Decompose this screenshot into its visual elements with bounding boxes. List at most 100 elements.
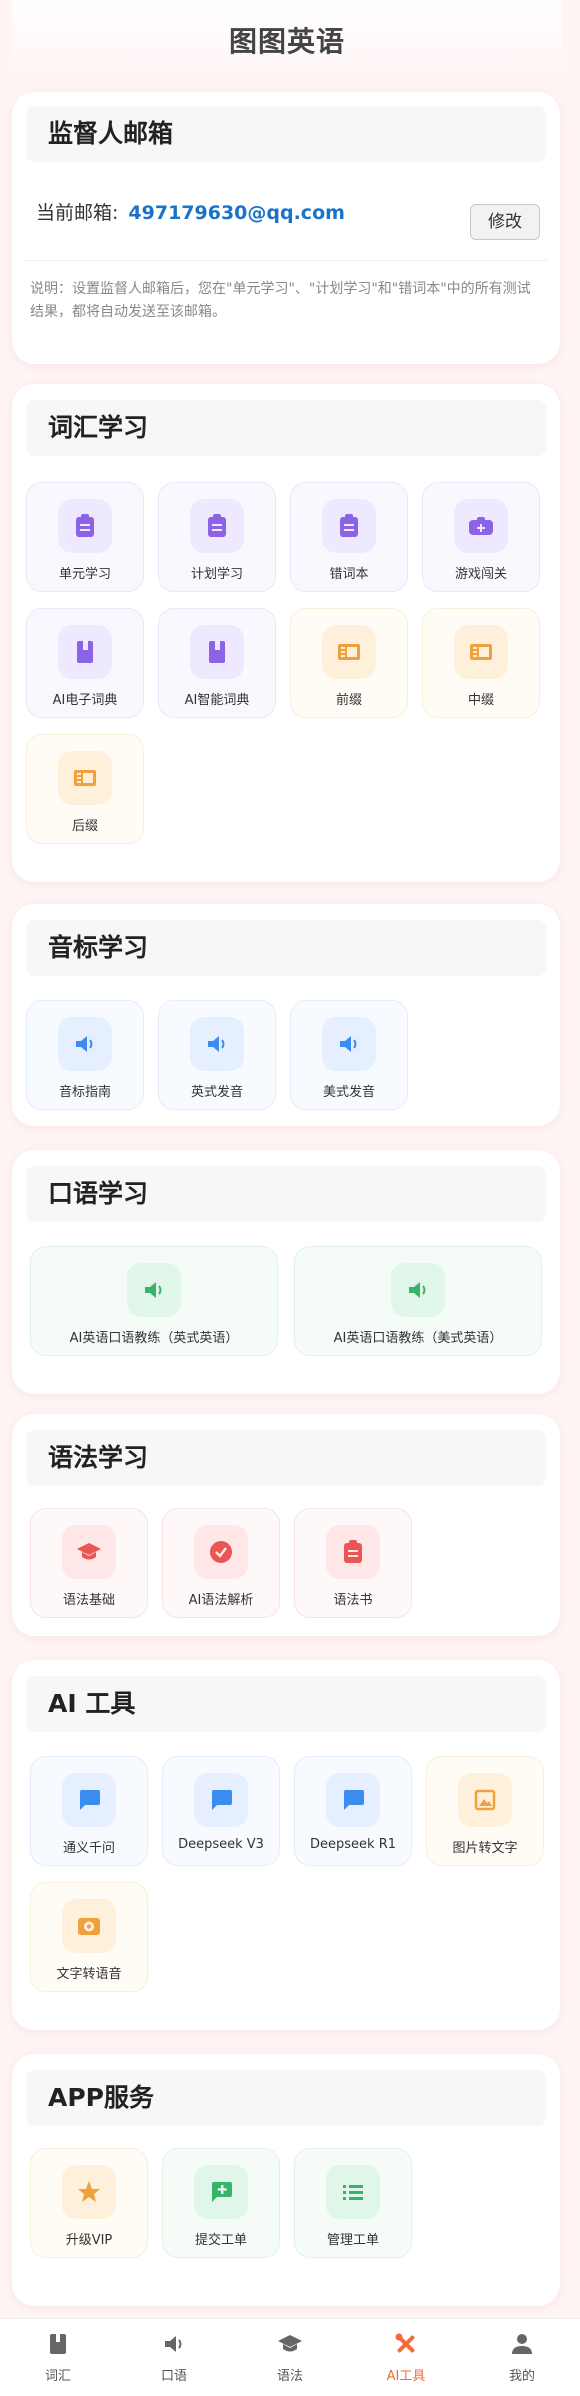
tools-icon (393, 2331, 419, 2357)
audio-icon (62, 1899, 116, 1953)
panel-icon (322, 625, 376, 679)
ai-tools-section: AI 工具 通义千问 Deepseek V3 Deepseek R1 图片转文字… (12, 1660, 560, 2030)
tile-ai-smart-dictionary[interactable]: AI智能词典 (158, 608, 276, 718)
section-title: 口语学习 (26, 1166, 546, 1222)
speaker-icon (391, 1263, 445, 1317)
star-icon (62, 2165, 116, 2219)
current-email-label: 当前邮箱: (36, 202, 119, 224)
book-icon (190, 625, 244, 679)
tile-suffix[interactable]: 后缀 (26, 734, 144, 844)
section-title: 监督人邮箱 (26, 106, 546, 162)
phonetic-section: 音标学习 音标指南 英式发音 美式发音 (12, 904, 560, 1126)
speaker-icon (190, 1017, 244, 1071)
tile-label: 管理工单 (326, 2233, 379, 2248)
tab-ai-tools[interactable]: AI工具 (348, 2319, 464, 2396)
tile-label: 后缀 (71, 819, 98, 834)
tile-label: 音标指南 (58, 1085, 111, 1100)
tile-image-to-text[interactable]: 图片转文字 (426, 1756, 544, 1866)
tile-label: 错词本 (329, 567, 369, 582)
speaker-icon (127, 1263, 181, 1317)
divider (24, 260, 548, 261)
current-email-row: 当前邮箱: 497179630@qq.com (36, 198, 345, 225)
book-icon (45, 2331, 71, 2357)
section-title: AI 工具 (26, 1676, 546, 1732)
tile-label: 游戏闯关 (454, 567, 507, 582)
section-title: APP服务 (26, 2070, 546, 2126)
supervisor-email-card: 监督人邮箱 当前邮箱: 497179630@qq.com 修改 说明：设置监督人邮… (12, 92, 560, 364)
gamepad-icon (454, 499, 508, 553)
tile-label: Deepseek V3 (178, 1837, 264, 1852)
tile-ai-speaking-coach-american[interactable]: AI英语口语教练（美式英语） (294, 1246, 542, 1356)
tile-game-levels[interactable]: 游戏闯关 (422, 482, 540, 592)
tile-label: 文字转语音 (56, 1967, 122, 1982)
tile-label: 计划学习 (190, 567, 243, 582)
tile-infix[interactable]: 中缀 (422, 608, 540, 718)
tile-label: 语法书 (333, 1593, 373, 1608)
tile-ai-grammar-analysis[interactable]: AI语法解析 (162, 1508, 280, 1618)
edit-email-button[interactable]: 修改 (470, 204, 540, 240)
tile-phonetic-guide[interactable]: 音标指南 (26, 1000, 144, 1110)
panel-icon (454, 625, 508, 679)
tile-prefix[interactable]: 前缀 (290, 608, 408, 718)
tile-mistake-book[interactable]: 错词本 (290, 482, 408, 592)
tile-label: 单元学习 (58, 567, 111, 582)
tile-label: 提交工单 (194, 2233, 247, 2248)
tile-upgrade-vip[interactable]: 升级VIP (30, 2148, 148, 2258)
tab-mine[interactable]: 我的 (464, 2319, 580, 2396)
clipboard-icon (322, 499, 376, 553)
tile-plan-study[interactable]: 计划学习 (158, 482, 276, 592)
clipboard-icon (326, 1525, 380, 1579)
tab-label: 语法 (276, 2369, 303, 2384)
section-title: 词汇学习 (26, 400, 546, 456)
graduation-cap-icon (277, 2331, 303, 2357)
tile-grammar-book[interactable]: 语法书 (294, 1508, 412, 1618)
tile-manage-tickets[interactable]: 管理工单 (294, 2148, 412, 2258)
tile-label: 中缀 (467, 693, 494, 708)
section-title: 音标学习 (26, 920, 546, 976)
tile-ai-speaking-coach-british[interactable]: AI英语口语教练（英式英语） (30, 1246, 278, 1356)
tile-tongyi-qianwen[interactable]: 通义千问 (30, 1756, 148, 1866)
speaker-icon (322, 1017, 376, 1071)
app-service-section: APP服务 升级VIP 提交工单 管理工单 (12, 2054, 560, 2306)
tile-label: AI英语口语教练（英式英语） (69, 1331, 239, 1346)
tile-text-to-speech[interactable]: 文字转语音 (30, 1882, 148, 1992)
image-icon (458, 1773, 512, 1827)
speaker-icon (161, 2331, 187, 2357)
tile-label: 英式发音 (190, 1085, 243, 1100)
tile-label: 前缀 (335, 693, 362, 708)
tile-deepseek-v3[interactable]: Deepseek V3 (162, 1756, 280, 1866)
list-icon (326, 2165, 380, 2219)
speaker-icon (58, 1017, 112, 1071)
chat-icon (62, 1773, 116, 1827)
clipboard-icon (190, 499, 244, 553)
tab-vocab[interactable]: 词汇 (0, 2319, 116, 2396)
book-icon (58, 625, 112, 679)
graduation-cap-icon (62, 1525, 116, 1579)
tile-british-pronunciation[interactable]: 英式发音 (158, 1000, 276, 1110)
tab-grammar[interactable]: 语法 (232, 2319, 348, 2396)
tab-label: 口语 (160, 2369, 187, 2384)
panel-icon (58, 751, 112, 805)
app-title: 图图英语 (228, 25, 345, 58)
tab-label: 我的 (508, 2369, 535, 2384)
tile-deepseek-r1[interactable]: Deepseek R1 (294, 1756, 412, 1866)
tile-american-pronunciation[interactable]: 美式发音 (290, 1000, 408, 1110)
tile-submit-ticket[interactable]: 提交工单 (162, 2148, 280, 2258)
tile-unit-study[interactable]: 单元学习 (26, 482, 144, 592)
tile-label: AI电子词典 (52, 693, 118, 708)
tile-label: AI英语口语教练（美式英语） (333, 1331, 503, 1346)
tile-ai-e-dictionary[interactable]: AI电子词典 (26, 608, 144, 718)
speaking-section: 口语学习 AI英语口语教练（英式英语） AI英语口语教练（美式英语） (12, 1150, 560, 1394)
chat-icon (326, 1773, 380, 1827)
tile-label: 通义千问 (62, 1841, 115, 1856)
chat-icon (194, 1773, 248, 1827)
tile-label: 语法基础 (62, 1593, 115, 1608)
check-circle-icon (194, 1525, 248, 1579)
app-header: 图图英语 (12, 0, 562, 82)
tile-grammar-basics[interactable]: 语法基础 (30, 1508, 148, 1618)
tile-label: 美式发音 (322, 1085, 375, 1100)
tile-label: AI智能词典 (184, 693, 250, 708)
tab-speaking[interactable]: 口语 (116, 2319, 232, 2396)
tile-label: AI语法解析 (188, 1593, 254, 1608)
grammar-section: 语法学习 语法基础 AI语法解析 语法书 (12, 1414, 560, 1636)
